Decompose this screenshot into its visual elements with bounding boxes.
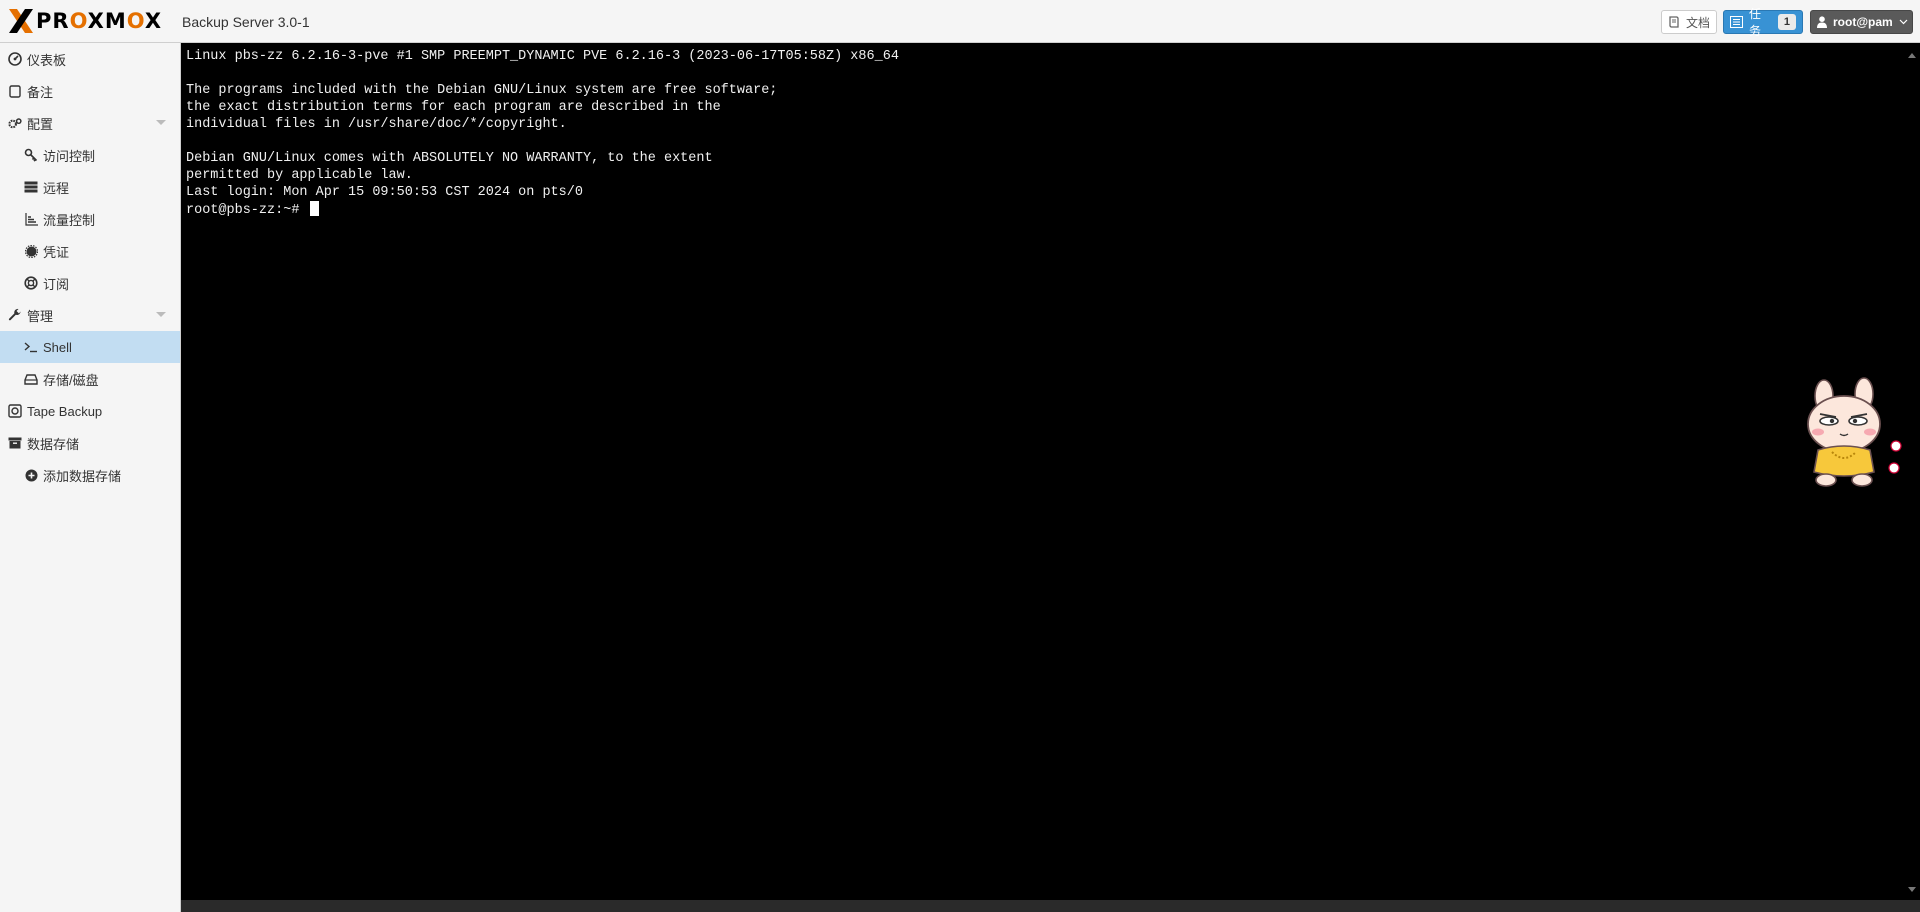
tasks-count-badge: 1 [1777,14,1796,30]
tape-icon [8,404,22,418]
top-bar: PROXMOX Backup Server 3.0-1 文档 任务 1 root… [0,0,1920,43]
server-icon [24,180,38,194]
bottom-status-bar [181,900,1920,912]
collapse-caret-icon[interactable] [156,312,166,317]
sidebar-item-label: 访问控制 [43,148,96,164]
scroll-down-arrow-icon[interactable] [1908,887,1916,892]
sidebar-item-label: 数据存储 [27,436,80,452]
terminal-text: Linux pbs-zz 6.2.16-3-pve #1 SMP PREEMPT… [186,49,899,218]
sidebar-item-label: 管理 [27,308,54,324]
gears-icon [8,116,22,130]
sidebar-item-administration[interactable]: 管理 [0,299,180,331]
sidebar-item-remotes[interactable]: 远程 [0,171,180,203]
terminal-cursor [309,201,319,216]
hdd-icon [24,372,38,386]
brand-name: PROXMOX [36,9,163,33]
book-icon [1668,16,1680,28]
bunny-sticker-icon[interactable] [1796,376,1908,492]
certificate-icon [24,244,38,258]
docs-button[interactable]: 文档 [1661,10,1717,34]
sidebar-item-label: 仪表板 [27,52,67,68]
terminal-output[interactable]: Linux pbs-zz 6.2.16-3-pve #1 SMP PREEMPT… [186,48,899,219]
sidebar-item-label: 添加数据存储 [43,468,122,484]
user-icon [1817,16,1827,28]
sidebar-item-label: 远程 [43,180,70,196]
sidebar-item-label: 存储/磁盘 [43,372,99,388]
sidebar-item-configuration[interactable]: 配置 [0,107,180,139]
sidebar-item-traffic-control[interactable]: 流量控制 [0,203,180,235]
sidebar-item-label: 备注 [27,84,54,100]
sidebar-item-tape-backup[interactable]: Tape Backup [0,395,180,427]
collapse-caret-icon[interactable] [156,120,166,125]
scroll-up-arrow-icon[interactable] [1908,53,1916,58]
support-icon [24,276,38,290]
plus-circle-icon [24,468,38,482]
product-version: Backup Server 3.0-1 [182,14,310,30]
sidebar-item-datastore[interactable]: 数据存储 [0,427,180,459]
tasks-label: 任务 [1749,7,1762,38]
sidebar-item-shell[interactable]: Shell [0,331,180,363]
sidebar-item-label: Tape Backup [27,403,103,419]
user-label: root@pam [1833,15,1893,29]
notes-icon [8,84,22,98]
sidebar-item-subscription[interactable]: 订阅 [0,267,180,299]
sidebar-nav: 仪表板 备注 配置 访问控制 远程 流量控制 凭证 订阅 管理 Shell 存储 [0,43,181,912]
sidebar-item-dashboard[interactable]: 仪表板 [0,43,180,75]
sidebar-item-label: 订阅 [43,276,70,292]
wrench-icon [8,308,22,322]
terminal-icon [24,340,38,354]
sidebar-item-add-datastore[interactable]: 添加数据存储 [0,459,180,491]
sidebar-item-access-control[interactable]: 访问控制 [0,139,180,171]
sidebar-item-label: 配置 [27,116,54,132]
sidebar-item-label: 凭证 [43,244,70,260]
sidebar-item-label: Shell [43,339,72,355]
chevron-down-icon [1899,19,1908,25]
tasks-button[interactable]: 任务 1 [1723,7,1803,38]
proxmox-logo[interactable]: PROXMOX [8,8,162,34]
sidebar-item-certificates[interactable]: 凭证 [0,235,180,267]
sidebar-item-storage-disks[interactable]: 存储/磁盘 [0,363,180,395]
archive-icon [8,436,22,450]
sidebar-item-label: 流量控制 [43,212,96,228]
docs-label: 文档 [1686,15,1711,30]
sidebar-item-notes[interactable]: 备注 [0,75,180,107]
dashboard-icon [8,52,22,66]
shell-terminal[interactable]: Linux pbs-zz 6.2.16-3-pve #1 SMP PREEMPT… [181,43,1920,900]
key-icon [24,148,38,162]
proxmox-x-icon [9,9,33,33]
bar-chart-icon [24,212,38,226]
user-menu-button[interactable]: root@pam [1810,10,1913,34]
list-icon [1730,16,1743,28]
